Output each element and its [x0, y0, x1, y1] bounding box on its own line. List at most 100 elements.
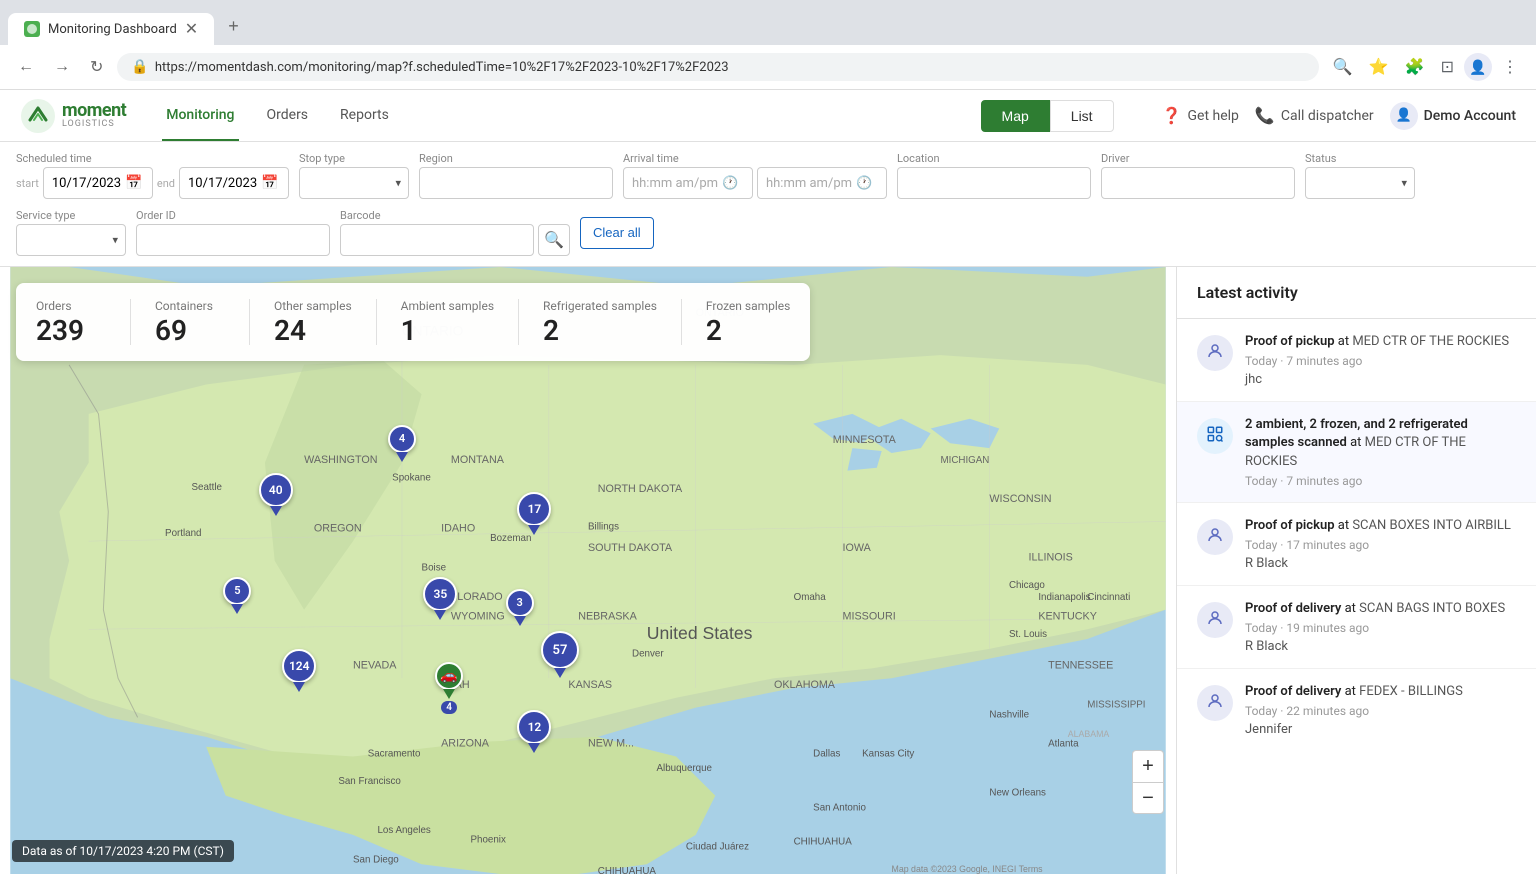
map-pin-3[interactable]: 3 [506, 589, 534, 626]
map-pin-4[interactable]: 4 [388, 425, 416, 462]
region-label: Region [419, 152, 613, 165]
search-button[interactable]: 🔍 [538, 224, 570, 256]
clear-all-button[interactable]: Clear all [580, 217, 654, 249]
bookmark-btn[interactable]: ⭐ [1363, 53, 1395, 81]
stop-type-filter: Stop type [299, 152, 409, 199]
map-pin-17[interactable]: 17 [517, 492, 551, 535]
start-date-input[interactable]: 10/17/2023 📅 [43, 167, 153, 199]
service-type-select[interactable] [16, 224, 126, 256]
map-pin-124[interactable]: 124 [282, 649, 316, 692]
data-stamp: Data as of 10/17/2023 4:20 PM (CST) [12, 840, 234, 862]
address-bar[interactable]: 🔒 https://momentdash.com/monitoring/map?… [117, 53, 1318, 81]
map-pin-12[interactable]: 12 [517, 710, 551, 753]
refrigerated-value: 2 [543, 317, 559, 345]
stop-type-select[interactable] [299, 167, 409, 199]
tab-close-btn[interactable]: ✕ [185, 21, 198, 37]
driver-input[interactable] [1101, 167, 1295, 199]
split-screen-btn[interactable]: ⊡ [1435, 53, 1460, 81]
map-view-btn[interactable]: Map [981, 100, 1050, 132]
date-inputs: start 10/17/2023 📅 end 10/17/2023 📅 [16, 167, 289, 199]
search-toolbar-btn[interactable]: 🔍 [1327, 53, 1359, 81]
user-account[interactable]: 👤 Demo Account [1390, 102, 1516, 130]
svg-text:IDAHO: IDAHO [441, 522, 475, 534]
order-id-input[interactable] [136, 224, 330, 256]
activity-content-1: 2 ambient, 2 frozen, and 2 refrigerated … [1245, 416, 1516, 488]
activity-title-1: 2 ambient, 2 frozen, and 2 refrigerated … [1245, 416, 1516, 471]
refrigerated-stat: Refrigerated samples 2 [543, 299, 657, 345]
activity-item-4[interactable]: Proof of delivery at FEDEX - BILLINGS To… [1177, 669, 1536, 751]
activity-time-2: Today · 17 minutes ago [1245, 538, 1516, 552]
svg-text:ILLINOIS: ILLINOIS [1029, 552, 1073, 564]
activity-item-1[interactable]: 2 ambient, 2 frozen, and 2 refrigerated … [1177, 402, 1536, 503]
pin-circle-35: 35 [423, 577, 457, 611]
svg-text:Billings: Billings [588, 521, 619, 532]
extensions-btn[interactable]: 🧩 [1399, 53, 1431, 81]
svg-text:San Antonio: San Antonio [813, 802, 866, 813]
activity-item-0[interactable]: Proof of pickup at MED CTR OF THE ROCKIE… [1177, 319, 1536, 402]
map-pin-57[interactable]: 57 [541, 631, 579, 678]
arrival-time-end[interactable]: hh:mm am/pm 🕐 [757, 167, 887, 199]
activity-panel: Latest activity Proof of pickup at MED C… [1176, 267, 1536, 874]
back-button[interactable]: ← [12, 54, 40, 80]
activity-time-0: Today · 7 minutes ago [1245, 354, 1516, 368]
arrival-time-start[interactable]: hh:mm am/pm 🕐 [623, 167, 753, 199]
map-pin-car-4[interactable]: 🚗 4 [435, 662, 463, 714]
containers-value: 69 [155, 317, 187, 345]
activity-item-3[interactable]: Proof of delivery at SCAN BAGS INTO BOXE… [1177, 586, 1536, 669]
stats-overlay: Orders 239 Containers 69 Other samples 2… [16, 283, 810, 361]
map-area[interactable]: WASHINGTON OREGON IDAHO MONTANA NORTH DA… [0, 267, 1176, 874]
ambient-value: 1 [401, 317, 417, 345]
activity-title-3: Proof of delivery at SCAN BAGS INTO BOXE… [1245, 600, 1516, 618]
activity-avatar-0 [1197, 335, 1233, 371]
activity-user-0: jhc [1245, 372, 1516, 387]
active-tab[interactable]: Monitoring Dashboard ✕ [8, 13, 214, 45]
svg-text:Omaha: Omaha [794, 592, 827, 603]
forward-button[interactable]: → [48, 54, 76, 80]
status-select[interactable] [1305, 167, 1415, 199]
orders-value: 239 [36, 317, 84, 345]
map-pin-5[interactable]: 5 [223, 577, 251, 614]
activity-location-3: SCAN BAGS INTO BOXES [1359, 601, 1505, 616]
region-input[interactable] [419, 167, 613, 199]
activity-avatar-1 [1197, 418, 1233, 454]
scan-icon-1 [1206, 425, 1224, 447]
browser-toolbar: ← → ↻ 🔒 https://momentdash.com/monitorin… [0, 45, 1536, 90]
nav-reports[interactable]: Reports [336, 91, 393, 141]
activity-item-2[interactable]: Proof of pickup at SCAN BOXES INTO AIRBI… [1177, 503, 1536, 586]
activity-title-0: Proof of pickup at MED CTR OF THE ROCKIE… [1245, 333, 1516, 351]
pin-circle-5: 5 [223, 577, 251, 605]
activity-user-3: R Black [1245, 639, 1516, 654]
region-filter: Region [419, 152, 613, 199]
list-view-btn[interactable]: List [1050, 100, 1114, 132]
start-cal-icon: 📅 [125, 175, 142, 191]
barcode-input[interactable] [340, 224, 534, 256]
activity-title-4: Proof of delivery at FEDEX - BILLINGS [1245, 683, 1516, 701]
svg-text:IOWA: IOWA [843, 542, 872, 554]
get-help-btn[interactable]: ❓ Get help [1162, 106, 1239, 125]
menu-btn[interactable]: ⋮ [1496, 53, 1524, 81]
logo-sub-text: LOGISTICS [62, 120, 126, 129]
map-pin-35[interactable]: 35 [423, 577, 457, 620]
call-dispatcher-btn[interactable]: 📞 Call dispatcher [1255, 106, 1374, 125]
reload-button[interactable]: ↻ [84, 53, 109, 81]
zoom-in-button[interactable]: + [1132, 750, 1164, 782]
svg-text:Sacramento: Sacramento [368, 749, 421, 760]
zoom-out-button[interactable]: − [1132, 782, 1164, 814]
stop-type-select-wrapper [299, 167, 409, 199]
pin-circle-57: 57 [541, 631, 579, 669]
status-select-wrapper [1305, 167, 1415, 199]
svg-text:United States: United States [647, 623, 753, 643]
pin-tail-12 [528, 743, 540, 753]
activity-content-4: Proof of delivery at FEDEX - BILLINGS To… [1245, 683, 1516, 737]
profile-btn[interactable]: 👤 [1464, 53, 1492, 81]
new-tab-button[interactable]: + [216, 8, 251, 45]
map-pin-40[interactable]: 40 [259, 473, 293, 516]
svg-text:KENTUCKY: KENTUCKY [1038, 610, 1097, 622]
divider-1 [130, 299, 131, 345]
location-input[interactable] [897, 167, 1091, 199]
nav-monitoring[interactable]: Monitoring [162, 91, 238, 141]
end-date-input[interactable]: 10/17/2023 📅 [179, 167, 289, 199]
svg-text:Boise: Boise [422, 563, 446, 574]
nav-orders[interactable]: Orders [263, 91, 313, 141]
barcode-with-search: 🔍 [340, 224, 570, 256]
